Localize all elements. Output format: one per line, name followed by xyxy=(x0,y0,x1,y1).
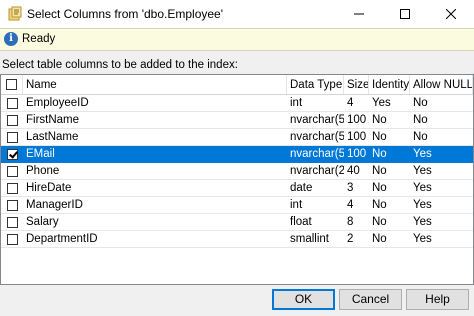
cell-size: 8 xyxy=(347,216,354,228)
header-checkbox-cell[interactable] xyxy=(1,75,23,94)
help-button[interactable]: Help xyxy=(406,289,469,310)
cancel-button[interactable]: Cancel xyxy=(339,289,402,310)
cell-size: 40 xyxy=(347,165,360,177)
row-checkbox-cell[interactable] xyxy=(1,231,23,247)
row-checkbox-cell[interactable] xyxy=(1,112,23,128)
ok-button[interactable]: OK xyxy=(272,289,335,310)
row-checkbox-cell[interactable] xyxy=(1,95,23,111)
row-checkbox[interactable] xyxy=(6,97,18,109)
instruction-label: Select table columns to be added to the … xyxy=(2,59,238,71)
cell-data-type: int xyxy=(290,199,303,211)
cell-name: EMail xyxy=(26,148,55,160)
close-button[interactable] xyxy=(428,0,474,28)
maximize-button[interactable] xyxy=(382,0,428,28)
row-checkbox[interactable] xyxy=(6,148,18,160)
columns-grid[interactable]: Name Data Type Size Identity Allow NULLs… xyxy=(0,74,474,285)
cell-identity: No xyxy=(372,233,387,245)
cell-data-type: int xyxy=(290,97,303,109)
row-checkbox[interactable] xyxy=(6,199,18,211)
cell-size: 100 xyxy=(347,114,367,126)
cell-data-type: date xyxy=(290,182,313,194)
header-data-type[interactable]: Data Type xyxy=(287,75,344,94)
cell-size: 100 xyxy=(347,148,367,160)
row-checkbox[interactable] xyxy=(6,114,18,126)
cell-name: Phone xyxy=(26,165,60,177)
row-checkbox-cell[interactable] xyxy=(1,197,23,213)
cell-data-type: smallint xyxy=(290,233,329,245)
cell-allow-nulls: Yes xyxy=(413,182,432,194)
row-checkbox[interactable] xyxy=(6,165,18,177)
row-checkbox-cell[interactable] xyxy=(1,180,23,196)
table-row[interactable]: ManagerID int 4 No Yes xyxy=(1,197,473,214)
row-checkbox[interactable] xyxy=(6,216,18,228)
row-checkbox-cell[interactable] xyxy=(1,163,23,179)
row-checkbox-cell[interactable] xyxy=(1,129,23,145)
cell-size: 4 xyxy=(347,199,354,211)
row-checkbox[interactable] xyxy=(6,131,18,143)
table-row[interactable]: LastName nvarchar(50)100 No No xyxy=(1,129,473,146)
header-size[interactable]: Size xyxy=(344,75,369,94)
cell-allow-nulls: Yes xyxy=(413,148,432,160)
title-bar: Select Columns from 'dbo.Employee' xyxy=(0,0,474,28)
table-row[interactable]: EmployeeID int 4 Yes No xyxy=(1,95,473,112)
cell-name: EmployeeID xyxy=(26,97,89,109)
cell-allow-nulls: Yes xyxy=(413,216,432,228)
cell-identity: Yes xyxy=(372,97,391,109)
cell-identity: No xyxy=(372,148,387,160)
minimize-icon xyxy=(354,13,364,15)
cell-identity: No xyxy=(372,216,387,228)
info-icon: i xyxy=(4,32,18,46)
cell-size: 3 xyxy=(347,182,354,194)
header-allow-nulls[interactable]: Allow NULLs xyxy=(410,75,473,94)
cell-name: Salary xyxy=(26,216,59,228)
cell-name: HireDate xyxy=(26,182,72,194)
cell-name: ManagerID xyxy=(26,199,83,211)
app-icon xyxy=(8,6,22,21)
cell-allow-nulls: Yes xyxy=(413,233,432,245)
table-row[interactable]: EMail nvarchar(50)100 No Yes xyxy=(1,146,473,163)
cell-data-type: float xyxy=(290,216,312,228)
cell-identity: No xyxy=(372,165,387,177)
cell-identity: No xyxy=(372,182,387,194)
table-row[interactable]: HireDate date 3 No Yes xyxy=(1,180,473,197)
cell-data-type: nvarchar(50) xyxy=(290,148,344,160)
cell-allow-nulls: Yes xyxy=(413,165,432,177)
cell-identity: No xyxy=(372,114,387,126)
status-text: Ready xyxy=(22,33,56,45)
cell-data-type: nvarchar(50) xyxy=(290,114,344,126)
cell-data-type: nvarchar(50) xyxy=(290,131,344,143)
window-title: Select Columns from 'dbo.Employee' xyxy=(27,7,224,21)
grid-header: Name Data Type Size Identity Allow NULLs xyxy=(1,75,473,95)
cell-size: 2 xyxy=(347,233,354,245)
cell-size: 100 xyxy=(347,131,367,143)
cell-size: 4 xyxy=(347,97,354,109)
cell-allow-nulls: Yes xyxy=(413,199,432,211)
table-row[interactable]: FirstName nvarchar(50)100 No No xyxy=(1,112,473,129)
minimize-button[interactable] xyxy=(336,0,382,28)
row-checkbox[interactable] xyxy=(6,233,18,245)
maximize-icon xyxy=(400,9,410,19)
cell-name: FirstName xyxy=(26,114,80,126)
row-checkbox-cell[interactable] xyxy=(1,214,23,230)
cell-identity: No xyxy=(372,131,387,143)
cell-allow-nulls: No xyxy=(413,114,428,126)
table-row[interactable]: DepartmentID smallint 2 No Yes xyxy=(1,231,473,248)
cell-data-type: nvarchar(20) xyxy=(290,165,344,177)
cell-identity: No xyxy=(372,199,387,211)
row-checkbox[interactable] xyxy=(6,182,18,194)
status-bar: i Ready xyxy=(0,28,474,51)
cell-name: DepartmentID xyxy=(26,233,98,245)
cell-allow-nulls: No xyxy=(413,97,428,109)
select-all-checkbox[interactable] xyxy=(6,79,17,90)
header-identity[interactable]: Identity xyxy=(369,75,410,94)
row-checkbox-cell[interactable] xyxy=(1,146,23,162)
header-name[interactable]: Name xyxy=(23,75,287,94)
close-icon xyxy=(446,9,456,19)
table-row[interactable]: Salary float 8 No Yes xyxy=(1,214,473,231)
cell-name: LastName xyxy=(26,131,79,143)
cell-allow-nulls: No xyxy=(413,131,428,143)
table-row[interactable]: Phone nvarchar(20)40 No Yes xyxy=(1,163,473,180)
